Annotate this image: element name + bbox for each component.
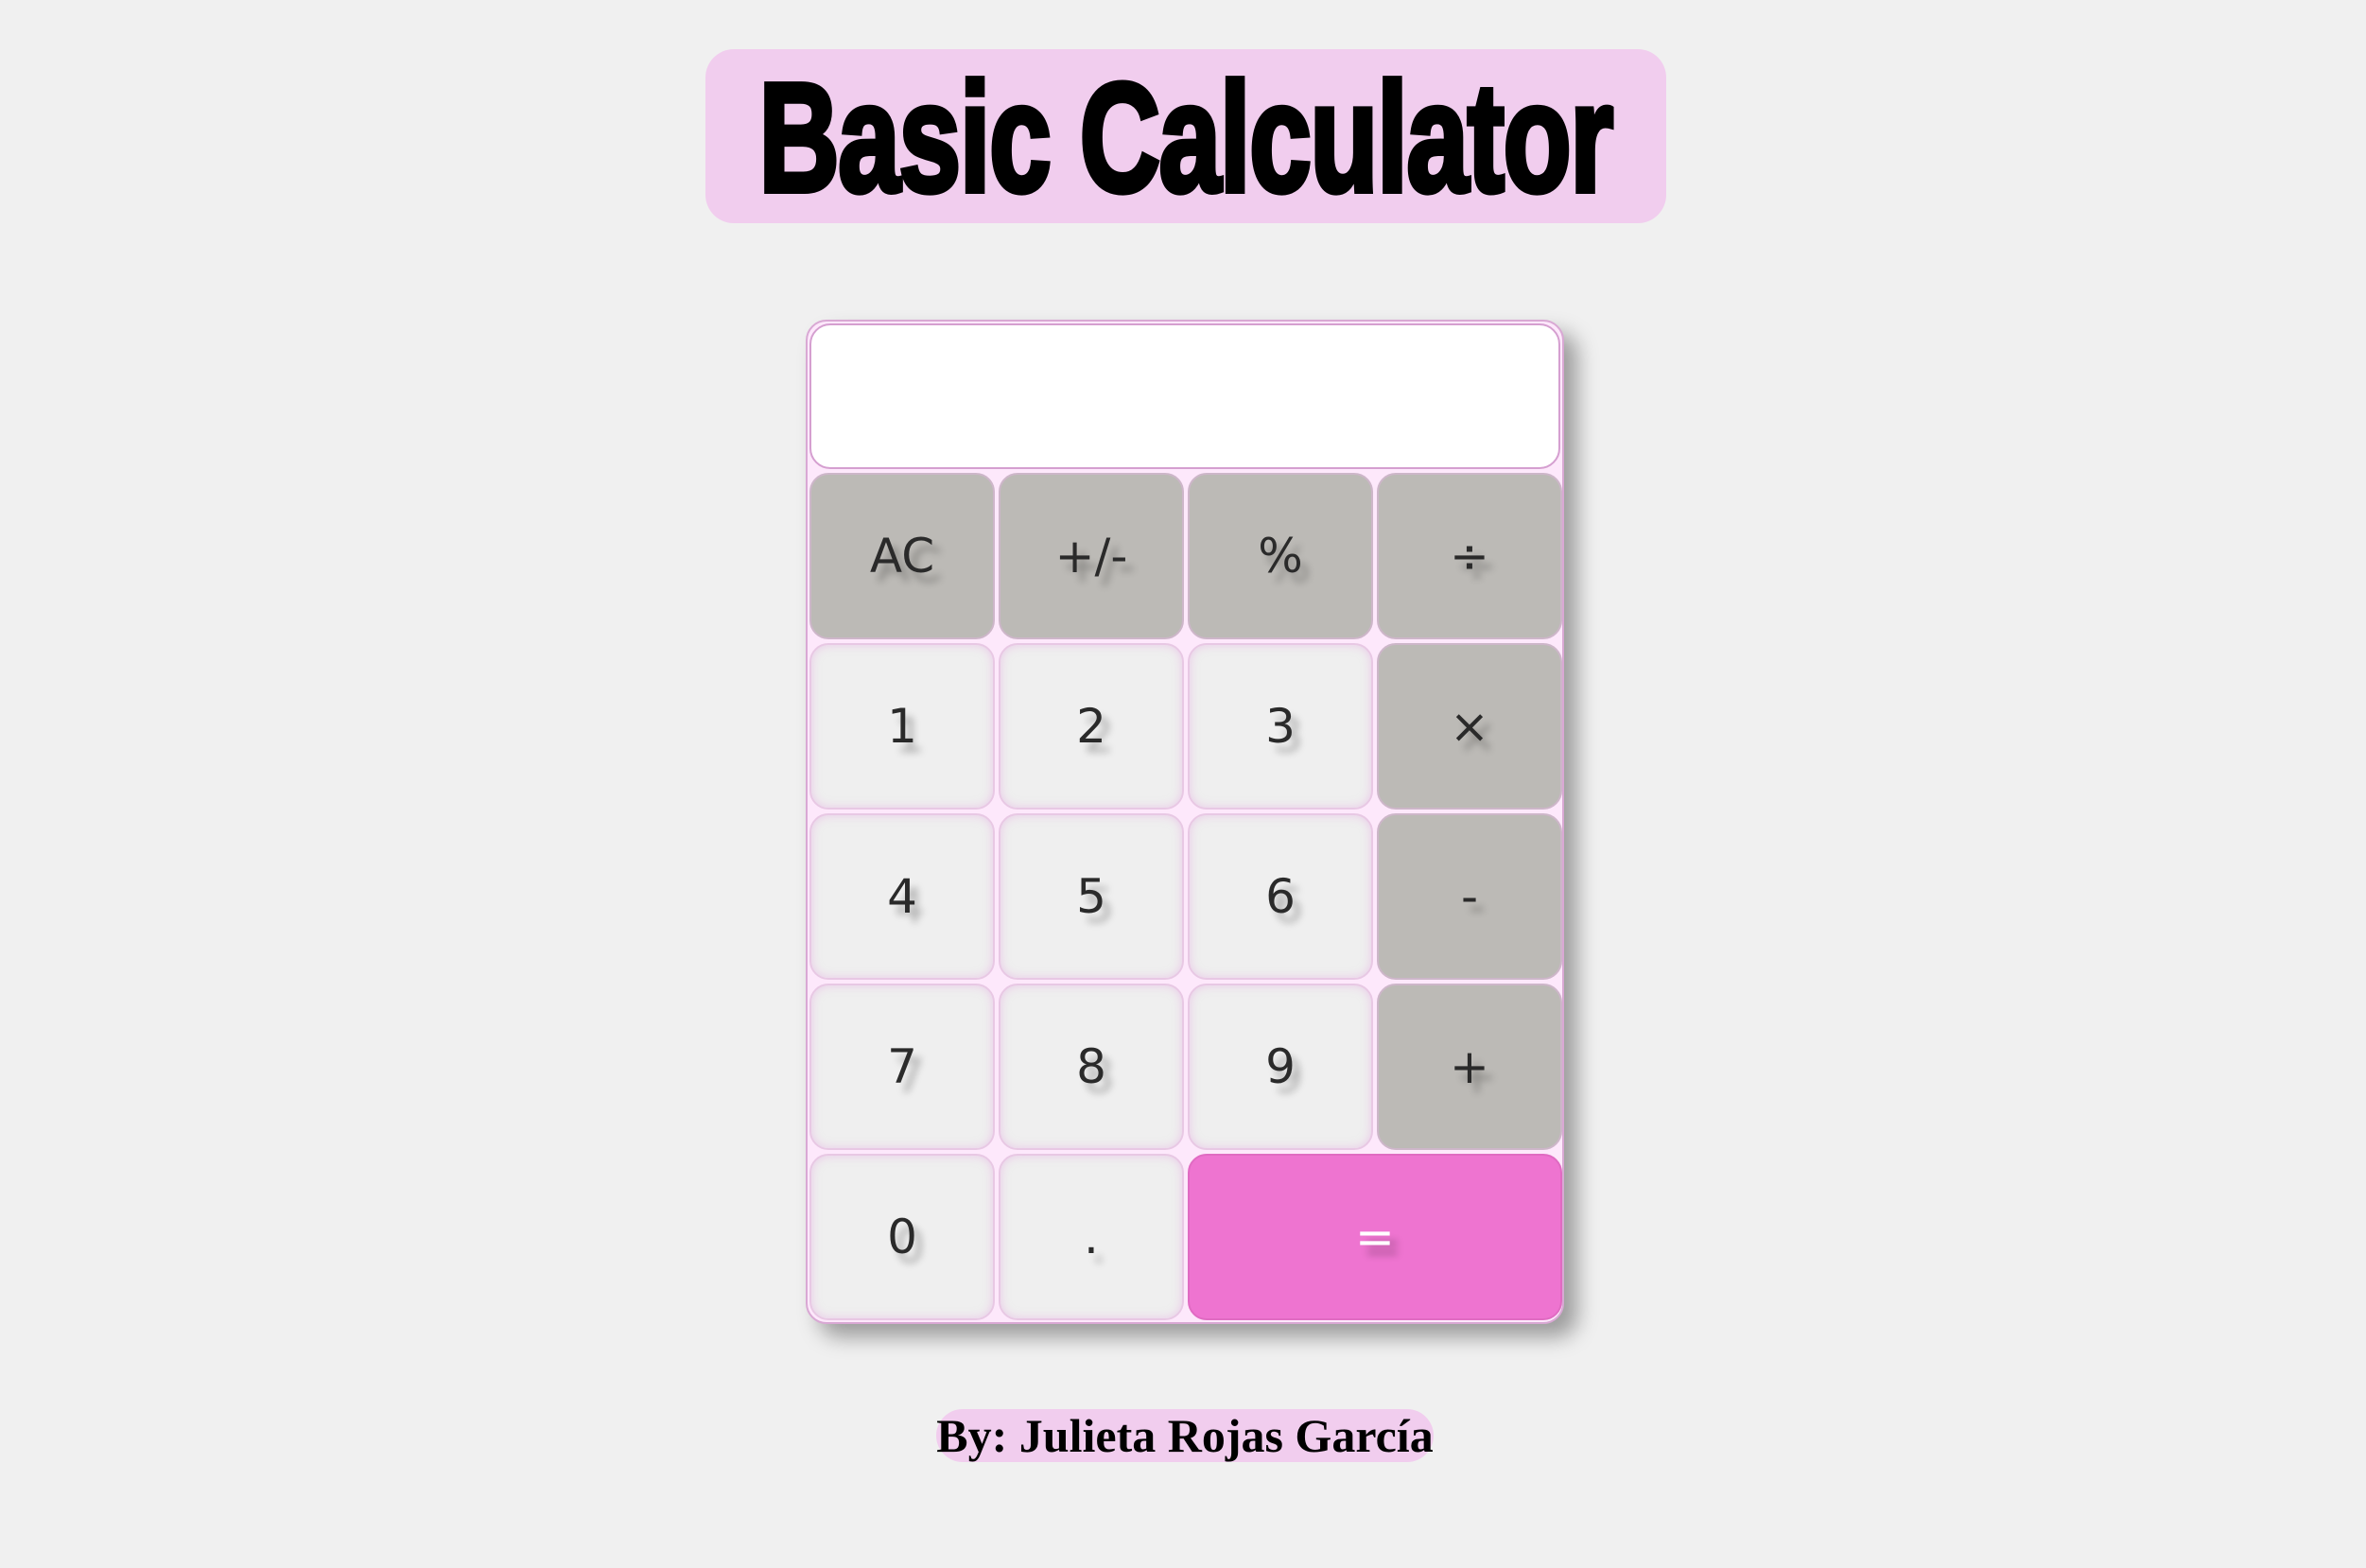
calculator: AC +/- % ÷ 1 2 3 × 4 5 6 - 7 8 9 + 0 . = bbox=[806, 320, 1564, 1324]
author-banner: By: Julieta Rojas García bbox=[936, 1409, 1434, 1462]
calculator-display bbox=[809, 323, 1560, 469]
percent-button[interactable]: % bbox=[1188, 473, 1373, 639]
digit-3-button[interactable]: 3 bbox=[1188, 643, 1373, 810]
clear-button[interactable]: AC bbox=[809, 473, 995, 639]
page-title: Basic Calculator bbox=[757, 51, 1616, 223]
equals-button[interactable]: = bbox=[1188, 1154, 1562, 1320]
author-credit: By: Julieta Rojas García bbox=[936, 1409, 1434, 1462]
digit-4-button[interactable]: 4 bbox=[809, 813, 995, 980]
digit-5-button[interactable]: 5 bbox=[999, 813, 1184, 980]
keypad: AC +/- % ÷ 1 2 3 × 4 5 6 - 7 8 9 + 0 . = bbox=[809, 473, 1562, 1320]
digit-9-button[interactable]: 9 bbox=[1188, 984, 1373, 1150]
toggle-sign-button[interactable]: +/- bbox=[999, 473, 1184, 639]
digit-1-button[interactable]: 1 bbox=[809, 643, 995, 810]
divide-button[interactable]: ÷ bbox=[1377, 473, 1562, 639]
add-button[interactable]: + bbox=[1377, 984, 1562, 1150]
title-banner: Basic Calculator bbox=[705, 49, 1666, 223]
subtract-button[interactable]: - bbox=[1377, 813, 1562, 980]
digit-0-button[interactable]: 0 bbox=[809, 1154, 995, 1320]
multiply-button[interactable]: × bbox=[1377, 643, 1562, 810]
digit-6-button[interactable]: 6 bbox=[1188, 813, 1373, 980]
decimal-button[interactable]: . bbox=[999, 1154, 1184, 1320]
digit-7-button[interactable]: 7 bbox=[809, 984, 995, 1150]
digit-8-button[interactable]: 8 bbox=[999, 984, 1184, 1150]
digit-2-button[interactable]: 2 bbox=[999, 643, 1184, 810]
